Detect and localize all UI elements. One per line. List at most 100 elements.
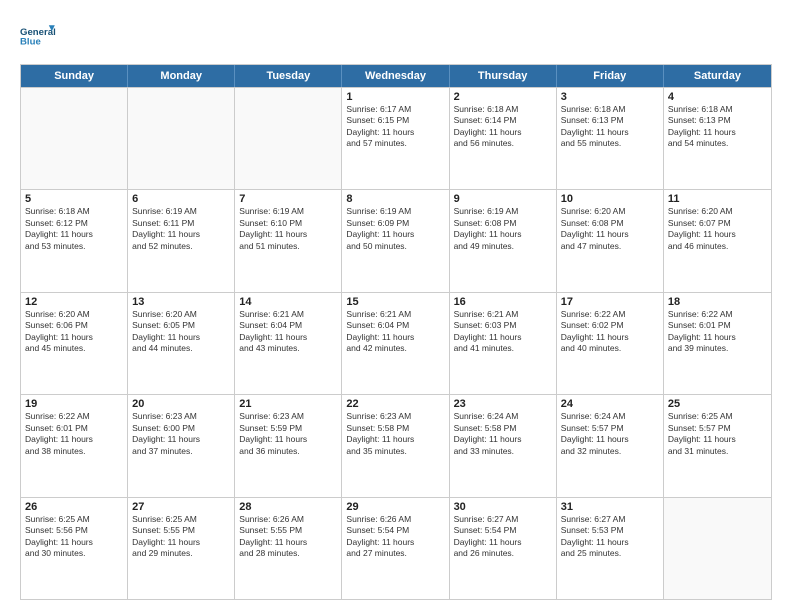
header-cell-friday: Friday <box>557 65 664 87</box>
cell-details: Sunrise: 6:22 AMSunset: 6:01 PMDaylight:… <box>668 309 736 353</box>
cell-details: Sunrise: 6:21 AMSunset: 6:03 PMDaylight:… <box>454 309 522 353</box>
cal-cell-4-1: 27 Sunrise: 6:25 AMSunset: 5:55 PMDaylig… <box>128 498 235 599</box>
day-number: 19 <box>25 398 123 410</box>
cell-details: Sunrise: 6:23 AMSunset: 6:00 PMDaylight:… <box>132 411 200 455</box>
cal-cell-4-6 <box>664 498 771 599</box>
header: General Blue <box>20 18 772 54</box>
day-number: 21 <box>239 398 337 410</box>
cal-cell-2-5: 17 Sunrise: 6:22 AMSunset: 6:02 PMDaylig… <box>557 293 664 394</box>
header-cell-saturday: Saturday <box>664 65 771 87</box>
cal-cell-0-6: 4 Sunrise: 6:18 AMSunset: 6:13 PMDayligh… <box>664 88 771 189</box>
cell-details: Sunrise: 6:20 AMSunset: 6:08 PMDaylight:… <box>561 206 629 250</box>
calendar: SundayMondayTuesdayWednesdayThursdayFrid… <box>20 64 772 600</box>
cal-cell-4-2: 28 Sunrise: 6:26 AMSunset: 5:55 PMDaylig… <box>235 498 342 599</box>
cell-details: Sunrise: 6:24 AMSunset: 5:57 PMDaylight:… <box>561 411 629 455</box>
cal-cell-3-0: 19 Sunrise: 6:22 AMSunset: 6:01 PMDaylig… <box>21 395 128 496</box>
day-number: 18 <box>668 296 767 308</box>
logo: General Blue <box>20 18 56 54</box>
cal-cell-0-5: 3 Sunrise: 6:18 AMSunset: 6:13 PMDayligh… <box>557 88 664 189</box>
cal-cell-3-6: 25 Sunrise: 6:25 AMSunset: 5:57 PMDaylig… <box>664 395 771 496</box>
cal-cell-4-3: 29 Sunrise: 6:26 AMSunset: 5:54 PMDaylig… <box>342 498 449 599</box>
cal-cell-4-0: 26 Sunrise: 6:25 AMSunset: 5:56 PMDaylig… <box>21 498 128 599</box>
cal-cell-0-0 <box>21 88 128 189</box>
day-number: 12 <box>25 296 123 308</box>
calendar-row-5: 26 Sunrise: 6:25 AMSunset: 5:56 PMDaylig… <box>21 497 771 599</box>
day-number: 31 <box>561 501 659 513</box>
day-number: 7 <box>239 193 337 205</box>
cal-cell-2-0: 12 Sunrise: 6:20 AMSunset: 6:06 PMDaylig… <box>21 293 128 394</box>
day-number: 16 <box>454 296 552 308</box>
header-cell-wednesday: Wednesday <box>342 65 449 87</box>
cal-cell-0-4: 2 Sunrise: 6:18 AMSunset: 6:14 PMDayligh… <box>450 88 557 189</box>
cell-details: Sunrise: 6:20 AMSunset: 6:05 PMDaylight:… <box>132 309 200 353</box>
cal-cell-1-4: 9 Sunrise: 6:19 AMSunset: 6:08 PMDayligh… <box>450 190 557 291</box>
cell-details: Sunrise: 6:18 AMSunset: 6:12 PMDaylight:… <box>25 206 93 250</box>
day-number: 14 <box>239 296 337 308</box>
cell-details: Sunrise: 6:21 AMSunset: 6:04 PMDaylight:… <box>346 309 414 353</box>
cal-cell-0-2 <box>235 88 342 189</box>
cell-details: Sunrise: 6:25 AMSunset: 5:56 PMDaylight:… <box>25 514 93 558</box>
cal-cell-3-5: 24 Sunrise: 6:24 AMSunset: 5:57 PMDaylig… <box>557 395 664 496</box>
cell-details: Sunrise: 6:19 AMSunset: 6:08 PMDaylight:… <box>454 206 522 250</box>
cell-details: Sunrise: 6:18 AMSunset: 6:14 PMDaylight:… <box>454 104 522 148</box>
cell-details: Sunrise: 6:19 AMSunset: 6:09 PMDaylight:… <box>346 206 414 250</box>
calendar-row-3: 12 Sunrise: 6:20 AMSunset: 6:06 PMDaylig… <box>21 292 771 394</box>
cal-cell-0-1 <box>128 88 235 189</box>
day-number: 5 <box>25 193 123 205</box>
calendar-row-2: 5 Sunrise: 6:18 AMSunset: 6:12 PMDayligh… <box>21 189 771 291</box>
day-number: 13 <box>132 296 230 308</box>
cal-cell-2-2: 14 Sunrise: 6:21 AMSunset: 6:04 PMDaylig… <box>235 293 342 394</box>
cal-cell-1-6: 11 Sunrise: 6:20 AMSunset: 6:07 PMDaylig… <box>664 190 771 291</box>
day-number: 15 <box>346 296 444 308</box>
day-number: 27 <box>132 501 230 513</box>
day-number: 3 <box>561 91 659 103</box>
header-cell-sunday: Sunday <box>21 65 128 87</box>
day-number: 24 <box>561 398 659 410</box>
header-cell-tuesday: Tuesday <box>235 65 342 87</box>
cal-cell-2-3: 15 Sunrise: 6:21 AMSunset: 6:04 PMDaylig… <box>342 293 449 394</box>
header-cell-thursday: Thursday <box>450 65 557 87</box>
cell-details: Sunrise: 6:19 AMSunset: 6:10 PMDaylight:… <box>239 206 307 250</box>
day-number: 26 <box>25 501 123 513</box>
cell-details: Sunrise: 6:20 AMSunset: 6:07 PMDaylight:… <box>668 206 736 250</box>
header-cell-monday: Monday <box>128 65 235 87</box>
cal-cell-3-3: 22 Sunrise: 6:23 AMSunset: 5:58 PMDaylig… <box>342 395 449 496</box>
cell-details: Sunrise: 6:20 AMSunset: 6:06 PMDaylight:… <box>25 309 93 353</box>
cell-details: Sunrise: 6:27 AMSunset: 5:54 PMDaylight:… <box>454 514 522 558</box>
cell-details: Sunrise: 6:18 AMSunset: 6:13 PMDaylight:… <box>561 104 629 148</box>
cell-details: Sunrise: 6:23 AMSunset: 5:59 PMDaylight:… <box>239 411 307 455</box>
cal-cell-2-6: 18 Sunrise: 6:22 AMSunset: 6:01 PMDaylig… <box>664 293 771 394</box>
cell-details: Sunrise: 6:24 AMSunset: 5:58 PMDaylight:… <box>454 411 522 455</box>
day-number: 1 <box>346 91 444 103</box>
day-number: 28 <box>239 501 337 513</box>
cal-cell-2-4: 16 Sunrise: 6:21 AMSunset: 6:03 PMDaylig… <box>450 293 557 394</box>
calendar-row-4: 19 Sunrise: 6:22 AMSunset: 6:01 PMDaylig… <box>21 394 771 496</box>
cal-cell-0-3: 1 Sunrise: 6:17 AMSunset: 6:15 PMDayligh… <box>342 88 449 189</box>
cal-cell-3-4: 23 Sunrise: 6:24 AMSunset: 5:58 PMDaylig… <box>450 395 557 496</box>
page: General Blue SundayMondayTuesdayWednesda… <box>0 0 792 612</box>
day-number: 23 <box>454 398 552 410</box>
cal-cell-1-0: 5 Sunrise: 6:18 AMSunset: 6:12 PMDayligh… <box>21 190 128 291</box>
cal-cell-1-5: 10 Sunrise: 6:20 AMSunset: 6:08 PMDaylig… <box>557 190 664 291</box>
day-number: 30 <box>454 501 552 513</box>
cell-details: Sunrise: 6:26 AMSunset: 5:54 PMDaylight:… <box>346 514 414 558</box>
day-number: 9 <box>454 193 552 205</box>
calendar-header-row: SundayMondayTuesdayWednesdayThursdayFrid… <box>21 65 771 87</box>
cell-details: Sunrise: 6:19 AMSunset: 6:11 PMDaylight:… <box>132 206 200 250</box>
day-number: 10 <box>561 193 659 205</box>
cell-details: Sunrise: 6:22 AMSunset: 6:01 PMDaylight:… <box>25 411 93 455</box>
day-number: 20 <box>132 398 230 410</box>
cal-cell-4-5: 31 Sunrise: 6:27 AMSunset: 5:53 PMDaylig… <box>557 498 664 599</box>
day-number: 22 <box>346 398 444 410</box>
day-number: 25 <box>668 398 767 410</box>
cal-cell-1-3: 8 Sunrise: 6:19 AMSunset: 6:09 PMDayligh… <box>342 190 449 291</box>
cell-details: Sunrise: 6:23 AMSunset: 5:58 PMDaylight:… <box>346 411 414 455</box>
calendar-row-1: 1 Sunrise: 6:17 AMSunset: 6:15 PMDayligh… <box>21 87 771 189</box>
cell-details: Sunrise: 6:25 AMSunset: 5:55 PMDaylight:… <box>132 514 200 558</box>
day-number: 8 <box>346 193 444 205</box>
cell-details: Sunrise: 6:21 AMSunset: 6:04 PMDaylight:… <box>239 309 307 353</box>
cell-details: Sunrise: 6:27 AMSunset: 5:53 PMDaylight:… <box>561 514 629 558</box>
cell-details: Sunrise: 6:26 AMSunset: 5:55 PMDaylight:… <box>239 514 307 558</box>
day-number: 29 <box>346 501 444 513</box>
cell-details: Sunrise: 6:18 AMSunset: 6:13 PMDaylight:… <box>668 104 736 148</box>
